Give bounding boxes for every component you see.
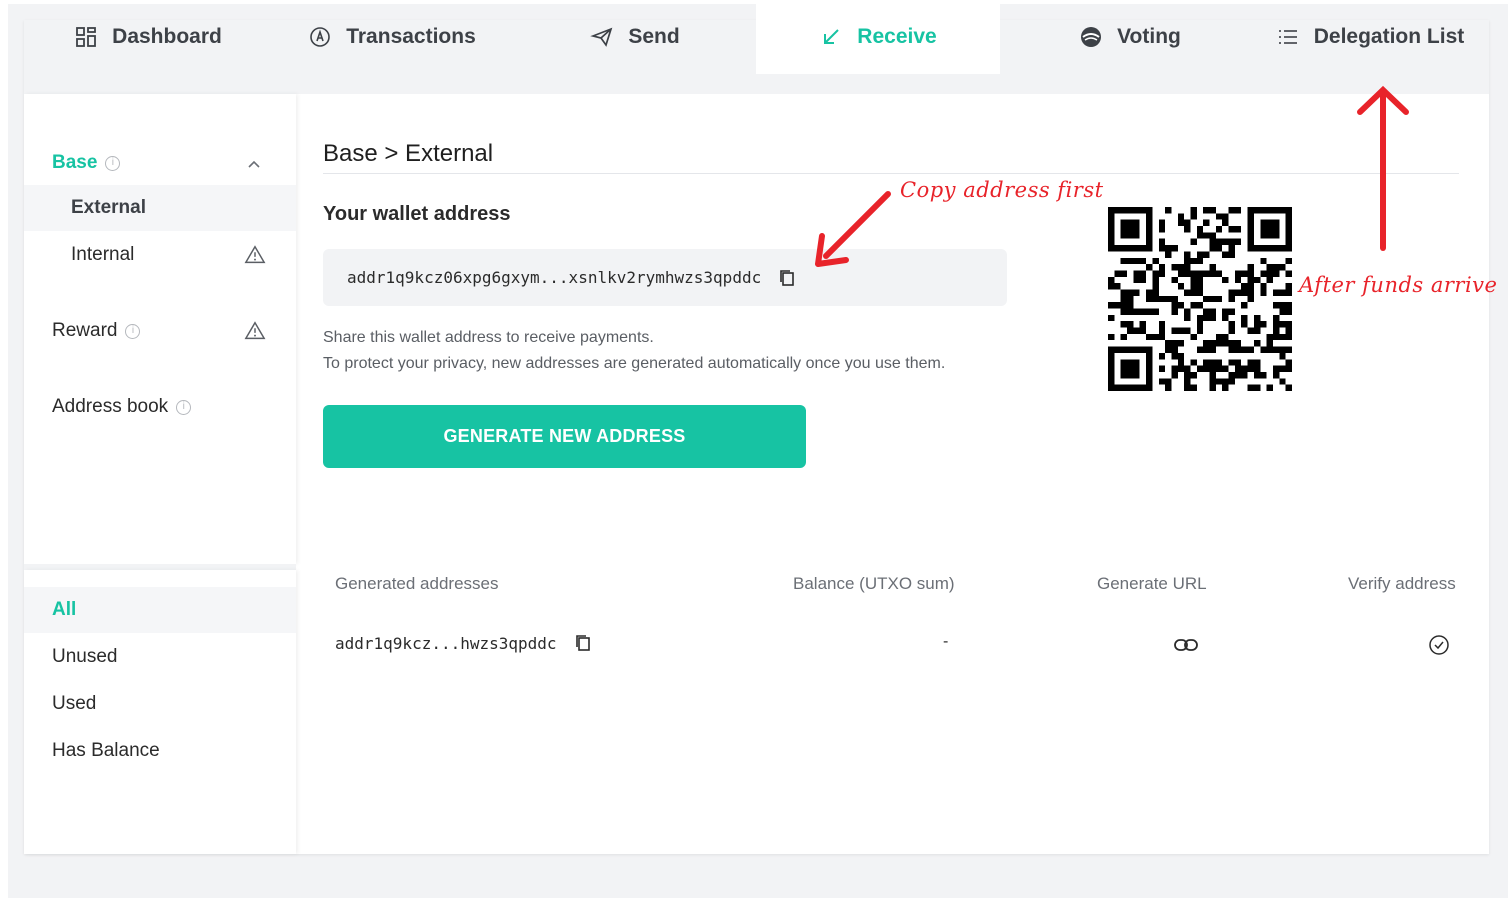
filter-label: Has Balance: [52, 740, 160, 761]
filter-all[interactable]: All: [24, 587, 296, 633]
dashboard-grid-icon: [74, 25, 98, 49]
breadcrumb: Base > External: [323, 140, 494, 167]
list-icon: [1276, 25, 1300, 49]
tab-voting[interactable]: Voting: [1030, 0, 1230, 74]
warning-icon: [244, 245, 266, 264]
tab-label: Send: [628, 25, 680, 48]
verify-check-icon[interactable]: [1428, 634, 1450, 656]
address-balance: -: [943, 633, 949, 650]
info-icon[interactable]: i: [125, 323, 141, 339]
sidebar-item-internal[interactable]: Internal: [24, 232, 296, 278]
link-icon[interactable]: [1174, 638, 1198, 652]
sidebar-filters: All Unused Used Has Balance: [24, 570, 296, 854]
filter-unused[interactable]: Unused: [24, 634, 296, 680]
filter-label: Unused: [52, 646, 118, 667]
sidebar-wallet-types: Base i External Internal Reward i Address …: [24, 94, 296, 564]
tab-send[interactable]: Send: [540, 0, 730, 74]
tab-label: Voting: [1117, 25, 1181, 48]
sidebar-item-label: Reward: [52, 320, 118, 341]
tab-dashboard[interactable]: Dashboard: [48, 0, 248, 74]
table-row: addr1q9kcz...hwzs3qpddc: [335, 633, 593, 653]
column-header-balance: Balance (UTXO sum): [793, 574, 955, 593]
copy-icon[interactable]: [777, 268, 797, 288]
chevron-up-icon[interactable]: [246, 156, 262, 172]
wallet-address[interactable]: addr1q9kcz06xpg6gxym...xsnlkv2rymhwzs3qp…: [347, 268, 761, 287]
annotation-arrow-delegation: [1357, 85, 1409, 251]
transactions-icon: [308, 25, 332, 49]
info-icon[interactable]: i: [105, 155, 121, 171]
breadcrumb-divider: [323, 173, 1459, 174]
wallet-address-box: addr1q9kcz06xpg6gxym...xsnlkv2rymhwzs3qp…: [323, 249, 1007, 306]
sidebar-item-base[interactable]: Base i: [24, 140, 296, 186]
tab-label: Delegation List: [1313, 25, 1465, 48]
receive-arrow-icon: [819, 25, 843, 49]
tab-delegation-list[interactable]: Delegation List: [1255, 0, 1485, 74]
tab-label: Transactions: [346, 25, 476, 48]
filter-label: All: [52, 599, 77, 620]
share-note: Share this wallet address to receive pay…: [323, 329, 654, 346]
warning-icon: [244, 321, 266, 340]
annotation-funds-note: After funds arrive: [1299, 273, 1498, 297]
tab-label: Dashboard: [112, 25, 222, 48]
generate-new-address-button[interactable]: GENERATE NEW ADDRESS: [323, 405, 806, 468]
column-header-generated-addresses: Generated addresses: [335, 574, 499, 593]
sidebar-item-label: Base: [52, 152, 98, 173]
column-header-generate-url: Generate URL: [1097, 574, 1207, 593]
generated-address[interactable]: addr1q9kcz...hwzs3qpddc: [335, 634, 557, 653]
wallet-address-title: Your wallet address: [323, 203, 511, 225]
annotation-copy-note: Copy address first: [900, 178, 1104, 202]
send-plane-icon: [590, 25, 614, 49]
tab-transactions[interactable]: Transactions: [282, 0, 502, 74]
sidebar-item-reward[interactable]: Reward i: [24, 308, 296, 354]
tab-label: Receive: [857, 25, 937, 48]
sidebar-item-label: External: [71, 197, 146, 218]
sidebar-item-external[interactable]: External: [24, 185, 296, 231]
filter-used[interactable]: Used: [24, 681, 296, 727]
filter-has-balance[interactable]: Has Balance: [24, 728, 296, 774]
qr-code: [1108, 207, 1292, 391]
copy-icon[interactable]: [573, 633, 593, 653]
sidebar-item-label: Internal: [71, 244, 135, 265]
voting-icon: [1079, 25, 1103, 49]
info-icon[interactable]: i: [176, 399, 192, 415]
tab-receive[interactable]: Receive: [756, 0, 1000, 74]
filter-label: Used: [52, 693, 97, 714]
column-header-verify-address: Verify address: [1348, 574, 1456, 593]
annotation-arrow-copy: [815, 191, 891, 267]
sidebar-item-address-book[interactable]: Address book i: [24, 384, 296, 430]
sidebar-item-label: Address book: [52, 396, 169, 417]
privacy-note: To protect your privacy, new addresses a…: [323, 355, 946, 372]
